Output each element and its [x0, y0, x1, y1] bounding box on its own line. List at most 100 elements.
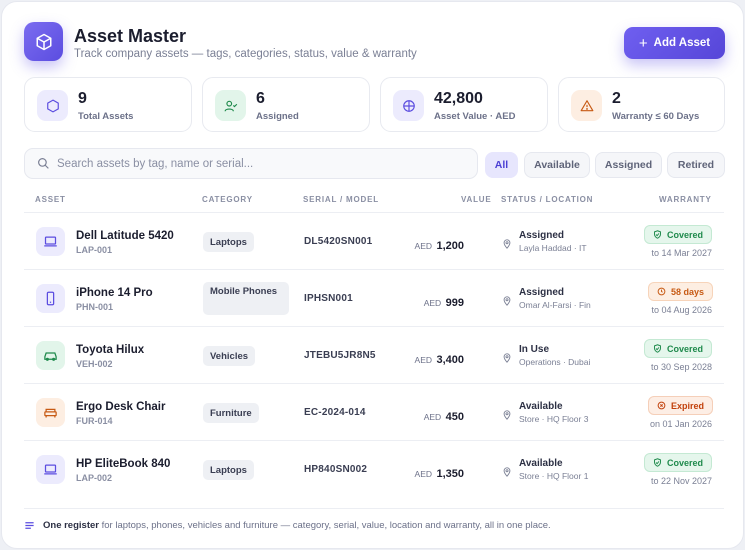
status-text: Available [519, 458, 563, 469]
location-pin-icon [502, 464, 512, 482]
warning-icon [571, 90, 602, 121]
stat-value: 9 [78, 90, 87, 107]
laptop-icon [36, 227, 65, 256]
status-text: Assigned [519, 287, 565, 298]
location-text: Omar Al-Farsi · Fin [519, 300, 591, 310]
amount: 450 [445, 411, 464, 423]
amount: 3,400 [436, 354, 464, 366]
stat-asset-value: 42,800 Asset Value · AED [380, 77, 548, 132]
shield-check-icon [654, 458, 661, 467]
table-row[interactable]: Toyota Hilux VEH-002 Vehicles JTEBU5JR8N… [24, 327, 724, 384]
asset-tag: VEH-002 [76, 359, 113, 369]
stat-value: 2 [612, 90, 621, 107]
coin-icon [393, 90, 424, 121]
table-row[interactable]: Dell Latitude 5420 LAP-001 Laptops DL542… [24, 213, 724, 270]
warranty-label: Covered [667, 457, 704, 468]
location-text: Operations · Dubai [519, 357, 591, 367]
serial-number: HP840SN002 [304, 464, 368, 475]
amount: 1,350 [436, 468, 464, 480]
filter-assigned[interactable]: Assigned [595, 152, 662, 178]
warranty-badge: Covered [644, 339, 713, 358]
filter-all[interactable]: All [485, 152, 518, 178]
cube-logo-icon [24, 22, 63, 61]
asset-name: HP EliteBook 840 [76, 458, 171, 470]
column-header-warranty: WARRANTY [659, 195, 712, 204]
warranty-badge: 58 days [648, 282, 714, 301]
amount: 999 [445, 297, 464, 309]
asset-value: AED 450 [412, 407, 464, 425]
stat-assigned: 6 Assigned [202, 77, 370, 132]
asset-value: AED 1,350 [412, 464, 464, 482]
asset-tag: PHN-001 [76, 302, 114, 312]
column-header-status: STATUS / LOCATION [501, 195, 594, 204]
category-badge: Mobile Phones [203, 282, 289, 315]
location-pin-icon [502, 293, 512, 311]
footer-note: One register for laptops, phones, vehicl… [24, 520, 551, 531]
stat-value: 42,800 [434, 90, 483, 107]
stat-label: Total Assets [78, 111, 134, 122]
plus-icon: + [638, 34, 648, 52]
asset-value: AED 1,200 [412, 236, 464, 254]
location-text: Store · HQ Floor 3 [519, 414, 589, 424]
table-row[interactable]: HP EliteBook 840 LAP-002 Laptops HP840SN… [24, 441, 724, 498]
page-title: Asset Master [74, 26, 187, 46]
asset-value: AED 999 [412, 293, 464, 311]
currency: AED [414, 355, 433, 365]
warranty-date: on 01 Jan 2026 [649, 419, 712, 429]
warranty-label: Covered [667, 343, 704, 354]
filter-available[interactable]: Available [524, 152, 590, 178]
amount: 1,200 [436, 240, 464, 252]
warranty-label: Covered [667, 229, 704, 240]
column-header-value: VALUE [461, 195, 492, 204]
status-text: Available [519, 401, 563, 412]
asset-tag: FUR-014 [76, 416, 113, 426]
filter-retired[interactable]: Retired [667, 152, 725, 178]
cube-icon [37, 90, 68, 121]
x-circle-icon [657, 401, 666, 410]
clock-icon [657, 287, 666, 296]
stat-label: Warranty ≤ 60 Days [612, 111, 700, 122]
warranty-date: to 14 Mar 2027 [651, 248, 712, 258]
category-badge: Vehicles [203, 346, 256, 366]
serial-number: JTEBU5JR8N5 [304, 350, 376, 361]
divider [24, 508, 724, 509]
stat-warranty: 2 Warranty ≤ 60 Days [558, 77, 725, 132]
asset-value: AED 3,400 [412, 350, 464, 368]
asset-tag: LAP-002 [76, 473, 113, 483]
stat-label: Asset Value · AED [434, 111, 516, 122]
location-pin-icon [502, 407, 512, 425]
asset-name: Dell Latitude 5420 [76, 230, 174, 242]
asset-name: iPhone 14 Pro [76, 287, 153, 299]
location-text: Layla Haddad · IT [519, 243, 587, 253]
search-input[interactable] [57, 149, 467, 178]
phone-icon [36, 284, 65, 313]
laptop-icon [36, 455, 65, 484]
warranty-badge: Covered [644, 453, 713, 472]
warranty-date: to 22 Nov 2027 [650, 476, 712, 486]
location-pin-icon [502, 350, 512, 368]
currency: AED [414, 241, 433, 251]
location-text: Store · HQ Floor 1 [519, 471, 589, 481]
currency: AED [423, 298, 442, 308]
shield-check-icon [654, 230, 661, 239]
serial-number: DL5420SN001 [304, 236, 373, 247]
table-row[interactable]: iPhone 14 Pro PHN-001 Mobile Phones IPHS… [24, 270, 724, 327]
add-asset-button[interactable]: + Add Asset [624, 27, 725, 59]
footer-text: One register for laptops, phones, vehicl… [43, 520, 551, 531]
sofa-icon [36, 398, 65, 427]
column-header-asset: ASSET [35, 195, 66, 204]
footer-strong: One register [43, 520, 99, 531]
status-text: Assigned [519, 230, 565, 241]
category-badge: Laptops [203, 232, 254, 252]
warranty-date: to 30 Sep 2028 [650, 362, 712, 372]
footer-body: for laptops, phones, vehicles and furnit… [101, 520, 551, 531]
car-icon [36, 341, 65, 370]
currency: AED [423, 412, 442, 422]
shield-check-icon [654, 344, 661, 353]
user-check-icon [215, 90, 246, 121]
table-row[interactable]: Ergo Desk Chair FUR-014 Furniture EC-202… [24, 384, 724, 441]
column-header-serial: SERIAL / MODEL [303, 195, 379, 204]
search-icon [37, 157, 50, 175]
category-badge: Laptops [203, 460, 254, 480]
status-text: In Use [519, 344, 550, 355]
